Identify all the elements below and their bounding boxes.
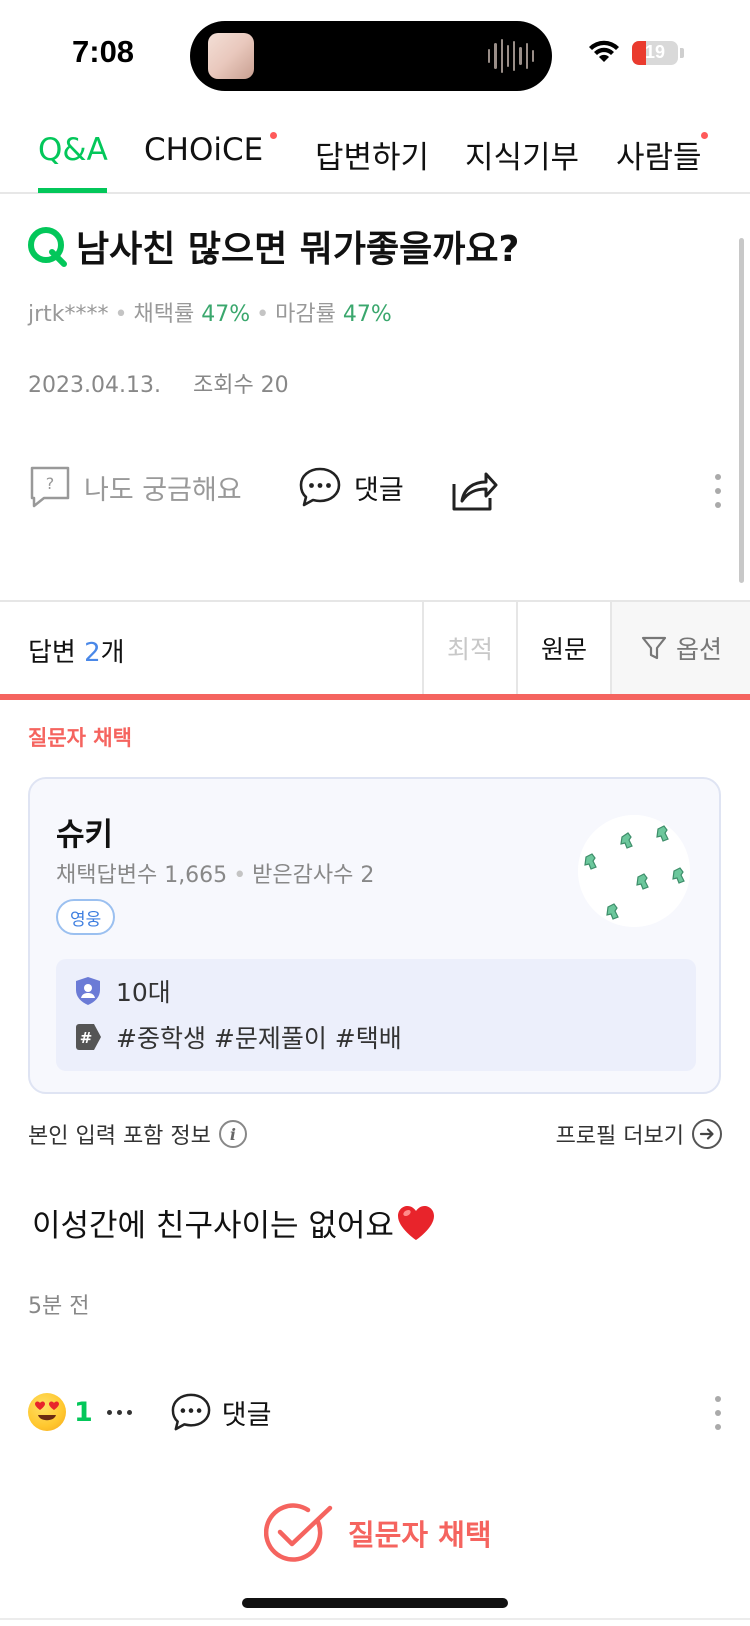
accept-label: 질문자 채택: [348, 1518, 492, 1552]
option-button[interactable]: 옵션: [610, 602, 750, 694]
author-id[interactable]: jrtk****: [28, 302, 109, 327]
tab-qna[interactable]: Q&A: [38, 132, 108, 168]
picked-by-asker-label: 질문자 채택: [28, 726, 132, 750]
red-heart-icon: [397, 1205, 434, 1240]
battery-level: 19: [644, 42, 666, 62]
age-row: 10대: [74, 973, 171, 1009]
option-label: 옵션: [675, 635, 722, 664]
question-more-icon[interactable]: [714, 474, 722, 508]
question-author-meta: jrtk**** • 채택률 47% • 마감률 47%: [28, 302, 392, 327]
self-input-info[interactable]: 본인 입력 포함 정보 i: [28, 1118, 247, 1150]
status-time: 7:08: [72, 34, 135, 69]
answer-comment-button[interactable]: 댓글: [170, 1392, 272, 1432]
answerer-tags: #중학생 #문제풀이 #택배: [116, 1024, 402, 1053]
check-circle-icon: [264, 1503, 333, 1562]
status-bar: 7:08 19: [0, 0, 750, 112]
view-count: 조회수 20: [192, 373, 289, 398]
heart-eyes-emoji-icon[interactable]: [28, 1393, 66, 1431]
home-indicator[interactable]: [242, 1598, 508, 1608]
reaction-row: 1 댓글: [28, 1392, 271, 1432]
question-q-icon: [28, 227, 67, 267]
sort-best-button[interactable]: 최적: [422, 602, 516, 694]
curious-label: 나도 궁금해요: [84, 474, 242, 506]
answer-time: 5분 전: [28, 1294, 90, 1319]
bottom-divider: [0, 1618, 750, 1620]
question-bubble-icon: ?: [30, 466, 70, 508]
accept-answer-button[interactable]: 질문자 채택: [264, 1502, 492, 1564]
answerer-name: 슈키: [56, 817, 114, 853]
answer-count: 답변 2개: [28, 638, 125, 668]
audio-waveform-icon: [488, 39, 534, 73]
scrollbar[interactable]: [739, 238, 744, 583]
wifi-icon: [589, 40, 619, 62]
battery-icon: 19: [632, 41, 678, 65]
active-tab-indicator: [38, 188, 107, 193]
more-reactions-icon[interactable]: [106, 1409, 132, 1415]
answerer-age: 10대: [116, 978, 171, 1007]
question-date-row: 2023.04.13. 조회수 20: [28, 367, 289, 399]
question-comment-button[interactable]: 댓글: [298, 466, 404, 508]
answer-more-icon[interactable]: [714, 1396, 722, 1430]
answerer-avatar[interactable]: [578, 815, 690, 927]
comment-icon: [299, 467, 341, 507]
tab-choice[interactable]: CHOiCE: [144, 132, 263, 168]
svg-text:?: ?: [46, 474, 55, 493]
hashtag-icon: #: [76, 1024, 101, 1050]
filter-icon: [641, 636, 667, 660]
tab-choice-new-dot: [270, 132, 277, 139]
answers-header: 답변 2개 최적 원문 옵션: [0, 600, 750, 694]
top-tab-bar: Q&A CHOiCE 답변하기 지식기부 사람들: [0, 112, 750, 194]
answer-comment-label: 댓글: [221, 1399, 272, 1431]
tab-answer[interactable]: 답변하기: [315, 132, 429, 177]
tags-row: # #중학생 #문제풀이 #택배: [74, 1019, 402, 1055]
adopt-rate-label: 채택률: [133, 302, 195, 327]
comment-icon: [171, 1393, 211, 1431]
question-title: 남사친 많으면 뭐가좋을까요?: [76, 229, 520, 270]
curious-button[interactable]: ? 나도 궁금해요: [30, 466, 242, 508]
selected-answer-divider: [0, 694, 750, 700]
answerer-info-box: 10대 # #중학생 #문제풀이 #택배: [56, 959, 696, 1071]
tab-people-new-dot: [701, 132, 708, 139]
adopt-rate-value: 47%: [201, 302, 251, 327]
tab-donation[interactable]: 지식기부: [465, 132, 579, 177]
answerer-profile-card[interactable]: 슈키 채택답변수 1,665 • 받은감사수 2 영웅 10대 # #중학생 #…: [28, 777, 721, 1094]
svg-text:#: #: [80, 1029, 93, 1047]
dynamic-island[interactable]: [190, 21, 552, 91]
answer-text: 이성간에 친구사이는 없어요: [32, 1200, 436, 1245]
profile-more-link[interactable]: 프로필 더보기: [556, 1118, 722, 1150]
now-playing-thumbnail: [208, 33, 254, 79]
info-icon[interactable]: i: [218, 1120, 247, 1148]
question-date: 2023.04.13.: [28, 373, 161, 398]
arrow-right-circle-icon: [692, 1119, 722, 1149]
answerer-stats: 채택답변수 1,665 • 받은감사수 2: [56, 863, 375, 888]
comment-label: 댓글: [354, 474, 404, 506]
sort-original-button[interactable]: 원문: [516, 602, 610, 694]
reaction-count: 1: [74, 1396, 93, 1428]
close-rate-label: 마감률: [275, 302, 336, 327]
shield-person-icon: [76, 977, 100, 1005]
rank-badge: 영웅: [56, 899, 116, 935]
tab-people[interactable]: 사람들: [616, 132, 702, 177]
share-icon[interactable]: [450, 468, 498, 512]
close-rate-value: 47%: [342, 302, 392, 327]
